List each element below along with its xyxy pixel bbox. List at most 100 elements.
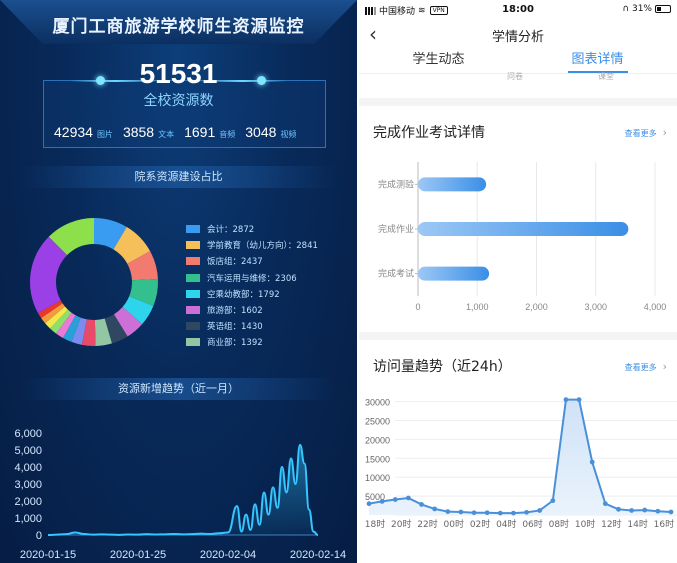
visit-point <box>655 508 661 514</box>
x-tick-label: 2020-02-14 <box>290 549 346 561</box>
card-title: 访问量趋势（近24h） <box>373 359 512 375</box>
previous-card-peek: 问卷 课堂 <box>359 72 677 98</box>
view-more-link[interactable]: 查看更多 › <box>625 360 667 373</box>
visit-trend-card: 访问量趋势（近24h） 查看更多 › 5000 10000 15000 20000 250… <box>359 340 677 563</box>
stat-video: 3048 视频 <box>245 124 296 140</box>
visit-trend-chart: 5000100001500020000250003000018时 20时 22时 00… <box>365 397 677 530</box>
legend-item: 空乘幼教部：1792 <box>186 286 356 302</box>
y-tick-label: 3,000 <box>14 479 42 491</box>
assignment-exam-card: 完成作业考试详情 查看更多 › 0 1,000 2,000 3,000 4,000 完成测验… <box>359 106 677 332</box>
total-resources-count: 51531 <box>139 58 218 89</box>
x-tick-label: 0 <box>415 302 420 312</box>
x-tick-label: 4,000 <box>644 302 667 312</box>
peek-label: 问卷 <box>507 72 523 81</box>
headphones-icon: ∩ <box>622 4 629 14</box>
visit-point <box>497 510 503 516</box>
x-tick-label: 2020-02-04 <box>200 549 256 561</box>
visit-point <box>445 509 451 514</box>
legend-swatch <box>186 289 200 298</box>
legend-label: 旅游部：1602 <box>207 306 263 317</box>
x-tick-label: 12时 <box>601 518 621 530</box>
legend-swatch <box>186 338 200 347</box>
visit-point <box>537 508 543 513</box>
y-tick-label: 15000 <box>365 454 390 464</box>
x-tick-label: 02时 <box>470 518 490 530</box>
view-more-label: 查看更多 <box>624 129 657 138</box>
visit-point <box>629 508 635 513</box>
x-tick-label: 20时 <box>391 518 411 530</box>
x-tick-label: 00时 <box>444 518 464 530</box>
legend-item: 旅游部：1602 <box>186 302 356 318</box>
visit-point <box>484 510 490 516</box>
stat-value: 1691 <box>184 124 216 140</box>
legend-label: 饭店组：2437 <box>207 257 263 268</box>
stat-unit: 文本 <box>158 130 175 139</box>
legend-label: 会计：2872 <box>207 225 255 236</box>
legend-item: 会计：2872 <box>186 221 356 237</box>
x-tick-label: 22时 <box>417 518 437 530</box>
visit-point <box>405 495 411 501</box>
legend-swatch <box>186 273 200 282</box>
stat-unit: 音频 <box>219 130 236 139</box>
visit-point <box>576 397 582 403</box>
trend-area <box>48 444 318 535</box>
legend-swatch <box>186 241 200 250</box>
chevron-right-icon: › <box>662 126 667 139</box>
tab-student-activity[interactable]: 学生动态 <box>359 48 518 73</box>
y-tick-label: 0 <box>36 530 42 542</box>
category-label: 完成测验 <box>378 178 414 190</box>
trend-section-title: 资源新增趋势（近一月） <box>20 378 337 400</box>
card-title: 完成作业考试详情 <box>373 125 485 141</box>
y-tick-label: 6,000 <box>14 428 42 440</box>
visit-point <box>642 507 648 513</box>
x-tick-label: 16时 <box>654 518 674 530</box>
donut-legend: 会计：2872 学前教育（幼儿方向）：2841 饭店组：2437 汽车运用与维修：23… <box>186 221 356 351</box>
peek-label: 课堂 <box>598 72 614 81</box>
visit-point <box>524 509 529 515</box>
total-resources-label: 全校资源数 <box>143 93 214 109</box>
y-tick-label: 4,000 <box>14 462 42 474</box>
legend-label: 英语组：1430 <box>207 322 263 333</box>
tab-chart-details[interactable]: 图表详情 <box>518 48 677 73</box>
x-tick-label: 10时 <box>575 518 595 530</box>
view-more-label: 查看更多 <box>624 363 657 372</box>
status-bar: 中国移动 ≋ VPN 18:00 ∩ 31% <box>359 0 677 20</box>
x-tick-label: 1,000 <box>466 302 489 312</box>
legend-item: 英语组：1430 <box>186 318 356 334</box>
x-tick-label: 06时 <box>522 518 542 530</box>
legend-item: 商业部：1392 <box>186 334 356 350</box>
status-right: ∩ 31% <box>622 4 671 14</box>
bar <box>418 177 487 192</box>
x-tick-label: 14时 <box>627 518 647 530</box>
dashboard-title: 厦门工商旅游学校师生资源监控 <box>52 17 305 37</box>
department-donut-chart <box>29 218 158 346</box>
x-tick-label: 2,000 <box>525 302 548 312</box>
x-tick-label: 18时 <box>365 518 385 530</box>
stat-audio: 1691 音频 <box>184 124 235 140</box>
x-tick-label: 2020-01-25 <box>110 549 166 561</box>
legend-item: 学前教育（幼儿方向）：2841 <box>186 237 356 253</box>
category-label: 完成考试 <box>378 268 414 280</box>
view-more-link[interactable]: 查看更多 › <box>625 126 667 139</box>
visit-point <box>511 510 516 516</box>
visit-point <box>668 509 674 515</box>
visit-point <box>379 498 385 504</box>
nav-title: 学情分析 <box>491 30 544 45</box>
bar <box>418 222 629 236</box>
category-label: 完成作业 <box>378 223 414 235</box>
legend-label: 商业部：1392 <box>207 338 263 349</box>
completion-bar-chart: 0 1,000 2,000 3,000 4,000 完成测验完成作业完成考试 <box>378 162 667 312</box>
resource-dashboard: 厦门工商旅游学校师生资源监控 51531 全校资源数 42934 图片 3858 文… <box>0 0 357 563</box>
bar <box>418 266 490 281</box>
nav-bar: ‹ 学情分析 <box>359 20 677 48</box>
visit-point <box>458 509 464 515</box>
phone-screen: 中国移动 ≋ VPN 18:00 ∩ 31% ‹ 学情分析 学生动态 图表详情 … <box>359 0 677 563</box>
x-tick-label: 08时 <box>549 518 569 530</box>
y-tick-label: 25000 <box>365 416 390 426</box>
visit-point <box>616 506 621 512</box>
x-tick-label: 3,000 <box>584 302 607 312</box>
legend-label: 学前教育（幼儿方向）：2841 <box>207 241 318 252</box>
x-tick-label: 04时 <box>496 518 516 530</box>
y-tick-label: 10000 <box>365 473 390 483</box>
resource-trend-chart: 0 1,000 2,000 3,000 4,000 5,000 6,000 2020-01-1… <box>14 428 346 561</box>
